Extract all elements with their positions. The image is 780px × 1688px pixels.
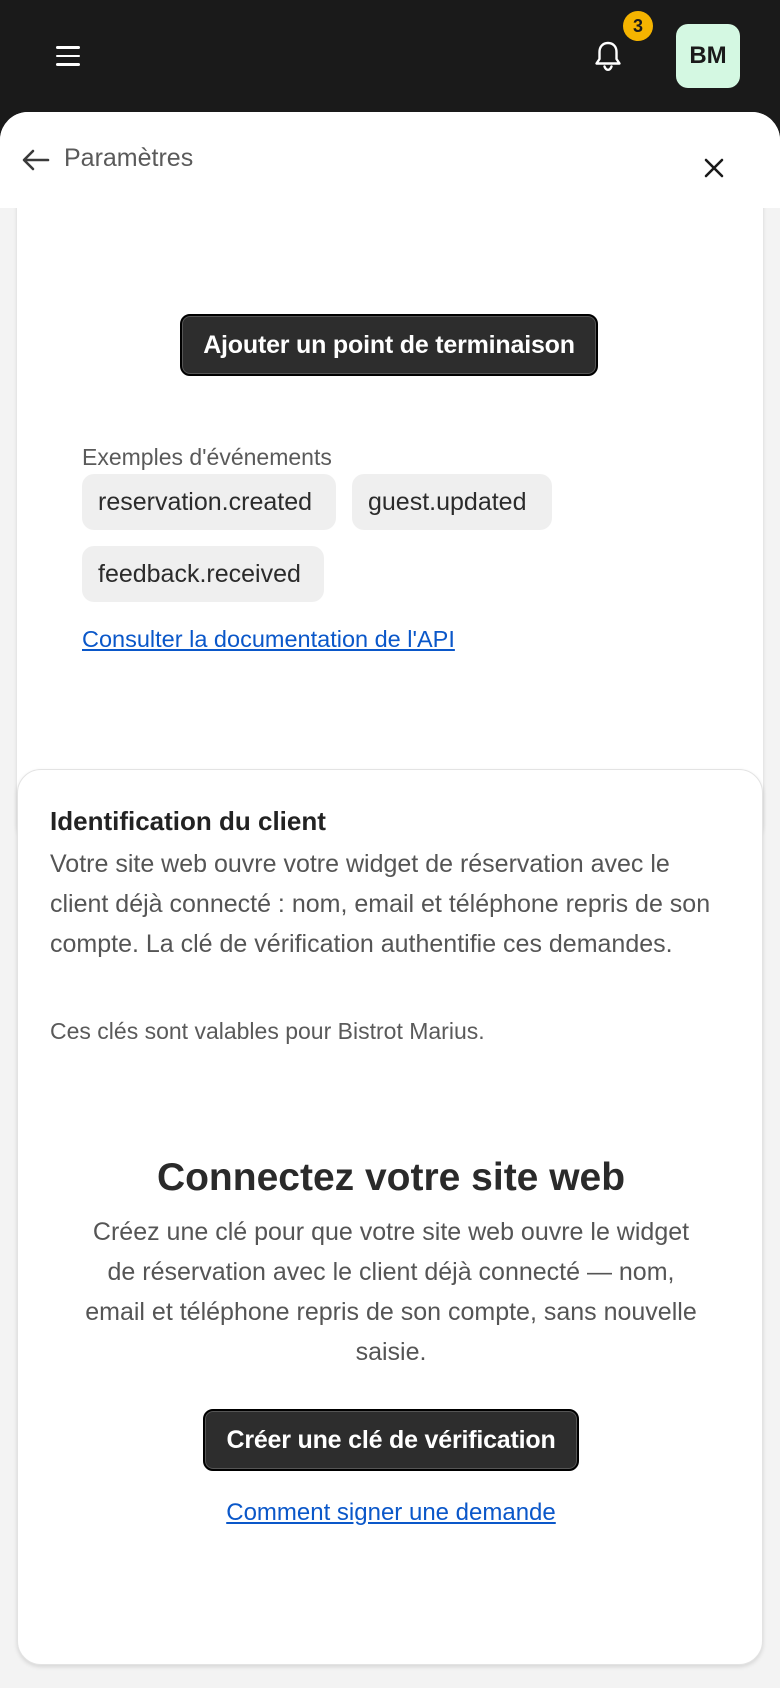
event-chip: guest.updated <box>352 474 552 530</box>
section-description: Votre site web ouvre votre widget de rés… <box>50 850 711 958</box>
close-icon[interactable] <box>694 148 734 188</box>
arrow-left-icon[interactable] <box>18 142 54 178</box>
notification-badge: 3 <box>623 11 653 41</box>
api-docs-link[interactable]: Consulter la documentation de l'API <box>82 626 455 653</box>
section-title: Identification du client <box>50 806 326 836</box>
sheet-header: Paramètres <box>0 112 780 208</box>
webhooks-card: changent. Ajouter un point de terminaiso… <box>17 152 763 846</box>
create-key-button[interactable]: Créer une clé de vérification <box>203 1409 579 1471</box>
bell-icon[interactable] <box>586 34 630 78</box>
event-chip: feedback.received <box>82 546 324 602</box>
events-label: Exemples d'événements <box>82 444 332 470</box>
sign-request-link-text[interactable]: Comment signer une demande <box>226 1499 556 1526</box>
empty-state-title: Connectez votre site web <box>156 1156 626 1199</box>
sign-request-link: Comment signer une demande <box>18 1499 764 1527</box>
settings-sheet: changent. Ajouter un point de terminaiso… <box>0 112 780 1688</box>
menu-icon[interactable] <box>46 36 90 76</box>
app-bar: 3 BM <box>0 0 780 112</box>
page-title: Paramètres <box>64 144 194 172</box>
section-note: Ces clés sont valables pour Bistrot Mari… <box>50 1018 485 1044</box>
add-endpoint-button[interactable]: Ajouter un point de terminaison <box>180 314 598 376</box>
client-identification-card: Identification du client Votre site web … <box>17 769 763 1665</box>
avatar[interactable]: BM <box>676 24 740 88</box>
empty-state-description: Créez une clé pour que votre site web ou… <box>85 1218 697 1366</box>
event-chip: reservation.created <box>82 474 336 530</box>
